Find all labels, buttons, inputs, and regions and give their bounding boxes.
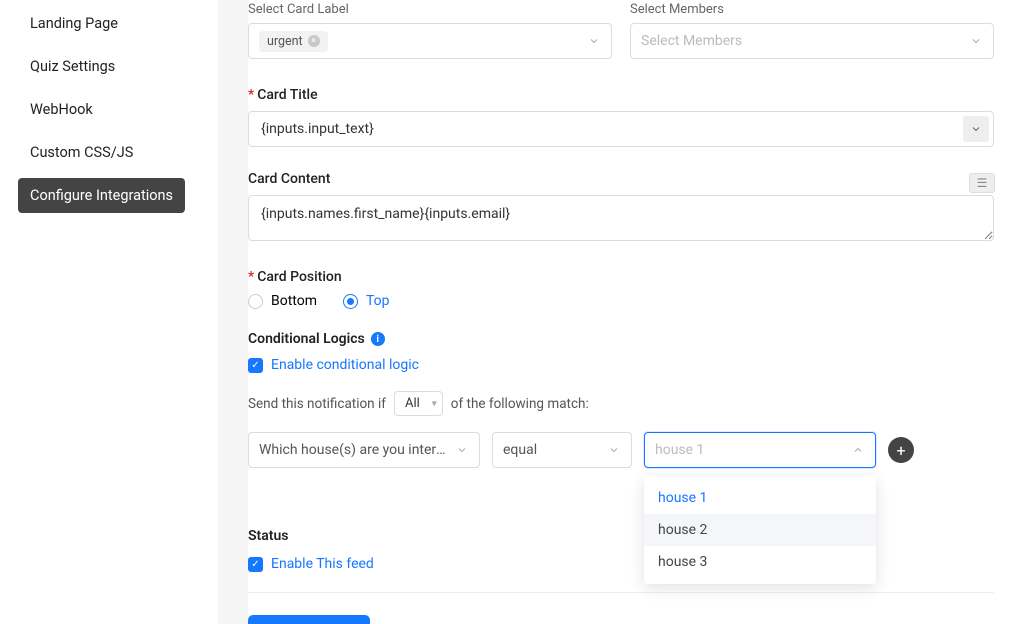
match-mode-select[interactable]: All ▾ [394, 391, 443, 416]
chevron-up-icon [847, 439, 869, 461]
radio-icon [248, 294, 263, 309]
enable-conditional-logic-toggle[interactable]: ✓ Enable conditional logic [248, 357, 994, 373]
condition-value-select[interactable]: house 1 [644, 432, 876, 468]
card-position-label: *Card Position [248, 269, 994, 285]
radio-top[interactable]: Top [343, 293, 390, 309]
card-title-input[interactable] [248, 111, 994, 147]
sidebar-item-quiz-settings[interactable]: Quiz Settings [18, 49, 200, 84]
members-placeholder: Select Members [641, 33, 742, 49]
divider [248, 592, 994, 593]
card-label-tag: urgent × [259, 31, 328, 52]
card-label-select[interactable]: urgent × [248, 23, 612, 59]
condition-value-dropdown: house 1 house 2 house 3 [644, 476, 876, 584]
chevron-down-icon [603, 439, 625, 461]
radio-bottom-label: Bottom [271, 293, 317, 309]
tag-remove-icon[interactable]: × [308, 35, 320, 47]
save-feed-button[interactable]: ✓ Save Feed [248, 615, 370, 624]
condition-operator-select[interactable]: equal [492, 432, 632, 468]
chevron-down-icon [965, 30, 987, 52]
members-title: Select Members [630, 2, 994, 17]
cond-sentence-pre: Send this notification if [248, 396, 386, 412]
insert-field-icon[interactable]: ☰ [969, 173, 995, 193]
chevron-down-icon [451, 439, 473, 461]
sidebar: Landing Page Quiz Settings WebHook Custo… [0, 0, 218, 624]
match-mode-value: All [405, 396, 420, 411]
dropdown-option[interactable]: house 3 [644, 546, 876, 578]
sidebar-item-landing-page[interactable]: Landing Page [18, 6, 200, 41]
status-title: Status [248, 528, 994, 544]
enable-this-feed-toggle[interactable]: ✓ Enable This feed [248, 556, 994, 572]
radio-icon [343, 294, 358, 309]
sidebar-item-webhook[interactable]: WebHook [18, 92, 200, 127]
card-label-title: Select Card Label [248, 2, 612, 17]
card-title-label: *Card Title [248, 87, 994, 103]
dropdown-option[interactable]: house 2 [644, 514, 876, 546]
radio-bottom[interactable]: Bottom [248, 293, 317, 309]
sidebar-item-custom-css-js[interactable]: Custom CSS/JS [18, 135, 200, 170]
radio-top-label: Top [366, 293, 390, 309]
card-title-action-icon[interactable] [963, 116, 989, 142]
cond-sentence-post: of the following match: [451, 396, 589, 412]
condition-value-text: house 1 [655, 442, 704, 458]
card-content-label: Card Content [248, 171, 330, 187]
enable-conditional-logic-label: Enable conditional logic [271, 357, 419, 373]
condition-operator-value: equal [503, 442, 537, 458]
main-content: Select Card Label urgent × Select Member… [248, 0, 1024, 624]
card-label-tag-text: urgent [267, 34, 303, 49]
chevron-down-icon: ▾ [432, 398, 437, 409]
dropdown-option[interactable]: house 1 [644, 482, 876, 514]
add-condition-button[interactable]: + [888, 437, 914, 463]
info-icon[interactable]: i [371, 332, 385, 346]
condition-field-value: Which house(s) are you interested in? [259, 442, 451, 458]
conditional-logics-title: Conditional Logics [248, 331, 365, 347]
members-select[interactable]: Select Members [630, 23, 994, 59]
sidebar-item-configure-integrations[interactable]: Configure Integrations [18, 178, 185, 213]
enable-this-feed-label: Enable This feed [271, 556, 374, 572]
condition-field-select[interactable]: Which house(s) are you interested in? [248, 432, 480, 468]
checkbox-icon: ✓ [248, 557, 263, 572]
checkbox-icon: ✓ [248, 358, 263, 373]
card-content-textarea[interactable] [248, 195, 994, 241]
chevron-down-icon [583, 30, 605, 52]
